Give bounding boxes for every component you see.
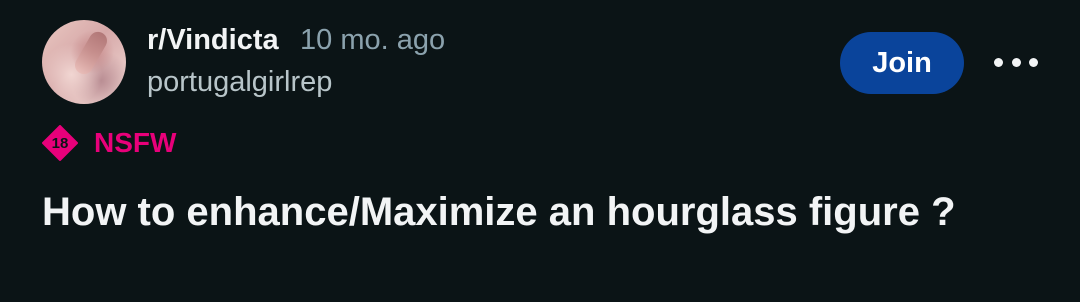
subreddit-avatar[interactable]	[42, 20, 126, 104]
nsfw-badge-number: 18	[51, 134, 69, 152]
nsfw-label: NSFW	[94, 127, 177, 158]
nsfw-tag: 18 NSFW	[42, 125, 176, 161]
avatar-image-detail	[71, 28, 111, 78]
more-dot	[994, 57, 1003, 67]
more-dot	[1011, 57, 1021, 67]
author-username[interactable]: portugalgirlrep	[147, 66, 332, 99]
post-header: r/Vindicta 10 mo. ago portugalgirlrep Jo…	[0, 0, 1080, 302]
more-options-icon[interactable]	[994, 50, 1038, 74]
nsfw-18-icon: 18	[42, 125, 78, 161]
post-title[interactable]: How to enhance/Maximize an hourglass fig…	[42, 186, 1042, 238]
join-button[interactable]: Join	[840, 32, 964, 94]
more-dot	[1029, 57, 1038, 67]
subreddit-name[interactable]: r/Vindicta	[147, 24, 279, 57]
post-timestamp: 10 mo. ago	[300, 24, 446, 56]
